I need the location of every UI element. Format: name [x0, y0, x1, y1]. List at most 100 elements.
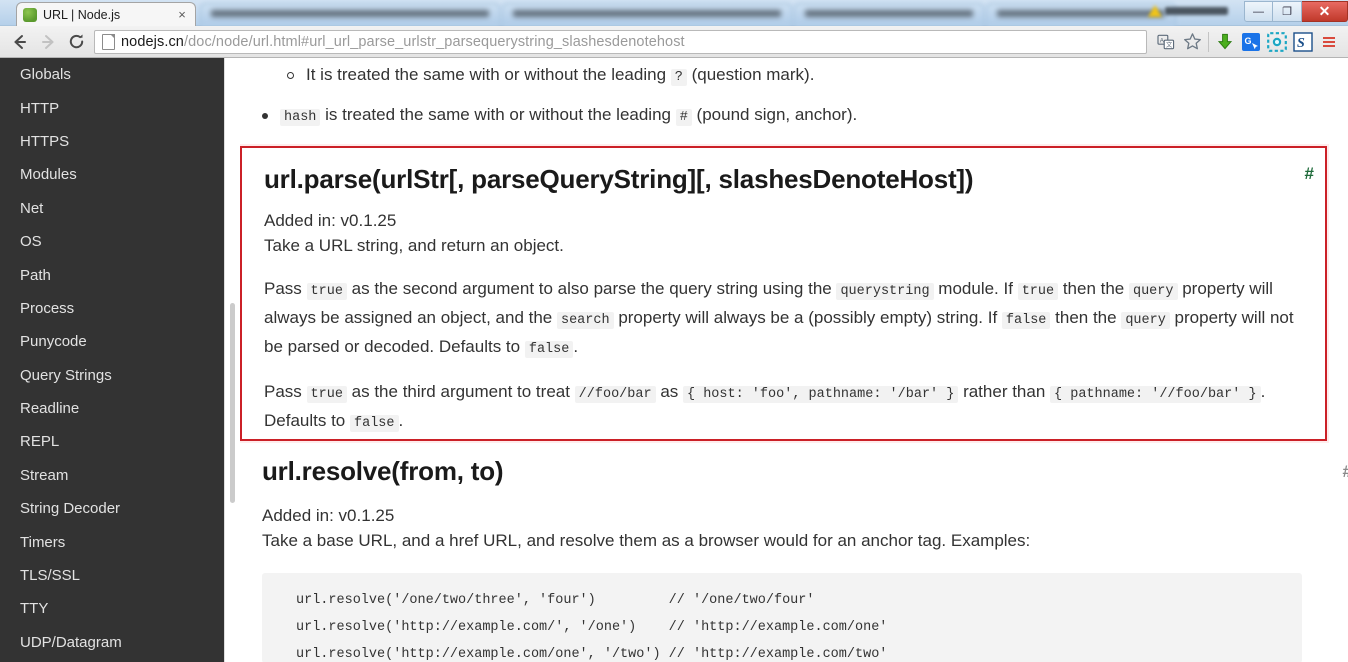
bullet-text-after: (pound sign, anchor).	[691, 105, 858, 124]
svg-text:G: G	[1245, 36, 1252, 46]
docs-sidebar: Globals HTTP HTTPS Modules Net OS Path P…	[0, 58, 224, 662]
top-bullet-list: It is treated the same with or without t…	[240, 58, 1340, 131]
background-tab-title	[805, 10, 973, 17]
inline-code: false	[1001, 312, 1051, 329]
sidebar-divider	[224, 58, 225, 662]
background-tab-title	[997, 10, 1165, 17]
address-bar[interactable]: nodejs.cn/doc/node/url.html#url_url_pars…	[94, 29, 1147, 54]
translate-page-icon[interactable]: A文	[1153, 29, 1179, 55]
bullet-list: It is treated the same with or without t…	[240, 62, 1340, 131]
api-summary: Take a URL string, and return an object.	[264, 236, 564, 255]
section-title-resolve: url.resolve(from, to)	[262, 456, 504, 486]
sidebar-item-query-strings[interactable]: Query Strings	[0, 359, 224, 392]
sidebar-item-repl[interactable]: REPL	[0, 425, 224, 458]
inline-code: //foo/bar	[574, 386, 656, 403]
forward-icon[interactable]	[34, 29, 62, 55]
text: property will always be a (possibly empt…	[613, 308, 1002, 327]
inline-code: search	[556, 312, 614, 329]
sidebar-item-http[interactable]: HTTP	[0, 91, 224, 124]
inline-code: true	[306, 283, 347, 300]
inline-code: true	[1017, 283, 1059, 300]
url-path: /doc/node/url.html#url_url_parse_urlstr_…	[183, 33, 685, 50]
text: .	[573, 337, 579, 356]
nodejs-hexagon-icon	[23, 7, 37, 22]
chrome-menu-icon[interactable]	[1316, 29, 1342, 55]
text: then the	[1050, 308, 1122, 327]
text: Pass	[264, 279, 307, 298]
api-section-resolve: # url.resolve(from, to) Added in: v0.1.2…	[262, 456, 1348, 553]
inline-code: #	[675, 109, 692, 126]
download-icon[interactable]	[1212, 29, 1238, 55]
code-block: url.resolve('/one/two/three', 'four') //…	[262, 573, 1302, 662]
warning-icon	[1148, 5, 1162, 17]
inline-code: false	[350, 415, 399, 432]
bullet-text-middle: is treated the same with or without the …	[320, 105, 676, 124]
inline-code: querystring	[836, 283, 934, 300]
system-tray-blurred	[1148, 2, 1228, 20]
inline-code: hash	[280, 109, 321, 126]
inline-code: false	[524, 341, 574, 358]
inline-code: { host: 'foo', pathname: '/bar' }	[683, 386, 959, 403]
sidebar-item-os[interactable]: OS	[0, 225, 224, 258]
close-icon[interactable]: ×	[175, 8, 189, 21]
text: module. If	[933, 279, 1018, 298]
sidebar-item-tls-ssl[interactable]: TLS/SSL	[0, 559, 224, 592]
inline-code: true	[306, 386, 347, 403]
api-paragraph-1: Pass true as the second argument to also…	[264, 276, 1303, 363]
sidebar-item-udp-datagram[interactable]: UDP/Datagram	[0, 626, 224, 659]
restore-button[interactable]: ❐	[1273, 1, 1302, 22]
tab-strip: URL | Node.js × — ❐ ✕	[0, 0, 1348, 26]
screenshot-capture-icon[interactable]	[1264, 29, 1290, 55]
window-controls: — ❐ ✕	[1244, 0, 1348, 23]
reload-icon[interactable]	[62, 29, 90, 55]
docs-content: It is treated the same with or without t…	[240, 58, 1348, 662]
api-summary: Take a base URL, and a href URL, and res…	[262, 531, 1031, 550]
anchor-link-icon[interactable]: #	[1343, 459, 1348, 485]
minimize-button[interactable]: —	[1244, 1, 1273, 22]
text: .	[398, 411, 404, 430]
background-tab[interactable]	[502, 3, 792, 26]
background-tab[interactable]	[200, 3, 500, 26]
list-item: It is treated the same with or without t…	[240, 62, 1340, 91]
background-tab[interactable]	[794, 3, 984, 26]
active-tab-title: URL | Node.js	[43, 7, 121, 22]
background-tab-title	[211, 10, 489, 17]
url-host: nodejs.cn	[121, 33, 184, 50]
page-title: url.parse(urlStr[, parseQueryString][, s…	[264, 164, 974, 194]
sidebar-item-net[interactable]: Net	[0, 192, 224, 225]
inline-code: query	[1128, 283, 1178, 300]
toolbar-divider	[1208, 31, 1209, 52]
sidebar-item-globals[interactable]: Globals	[0, 58, 224, 91]
added-in-version: Added in: v0.1.25	[262, 506, 395, 525]
anchor-link-icon[interactable]: #	[1305, 161, 1314, 187]
translate-extension-icon[interactable]: G	[1238, 29, 1264, 55]
page-scrollbar-thumb[interactable]	[230, 303, 235, 503]
api-paragraph-2: Pass true as the third argument to treat…	[264, 379, 1303, 437]
sidebar-item-timers[interactable]: Timers	[0, 525, 224, 558]
url-text: nodejs.cn/doc/node/url.html#url_url_pars…	[121, 34, 685, 50]
sidebar-item-stream[interactable]: Stream	[0, 459, 224, 492]
sidebar-item-string-decoder[interactable]: String Decoder	[0, 492, 224, 525]
sidebar-item-tty[interactable]: TTY	[0, 592, 224, 625]
close-window-button[interactable]: ✕	[1302, 1, 1348, 22]
inline-code: ?	[670, 69, 687, 86]
sidebar-item-punycode[interactable]: Punycode	[0, 325, 224, 358]
bookmark-star-icon[interactable]	[1179, 29, 1205, 55]
sidebar-item-process[interactable]: Process	[0, 292, 224, 325]
bullet-text-before: It is treated the same with or without t…	[306, 65, 671, 84]
sidebar-item-https[interactable]: HTTPS	[0, 125, 224, 158]
tray-text-blurred	[1165, 7, 1228, 15]
back-icon[interactable]	[6, 29, 34, 55]
sidebar-item-modules[interactable]: Modules	[0, 158, 224, 191]
browser-window: URL | Node.js × — ❐ ✕ nodejs.cn/doc/node…	[0, 0, 1348, 662]
list-item: hash is treated the same with or without…	[240, 102, 1340, 131]
sogou-extension-icon[interactable]: S	[1290, 29, 1316, 55]
browser-toolbar: nodejs.cn/doc/node/url.html#url_url_pars…	[0, 26, 1348, 58]
sidebar-item-readline[interactable]: Readline	[0, 392, 224, 425]
inline-code: query	[1121, 312, 1170, 329]
active-tab[interactable]: URL | Node.js ×	[16, 2, 196, 26]
sidebar-item-path[interactable]: Path	[0, 258, 224, 291]
page-viewport: Globals HTTP HTTPS Modules Net OS Path P…	[0, 58, 1348, 662]
highlighted-api-section: # url.parse(urlStr[, parseQueryString][,…	[240, 146, 1327, 441]
page-document-icon	[102, 33, 115, 50]
